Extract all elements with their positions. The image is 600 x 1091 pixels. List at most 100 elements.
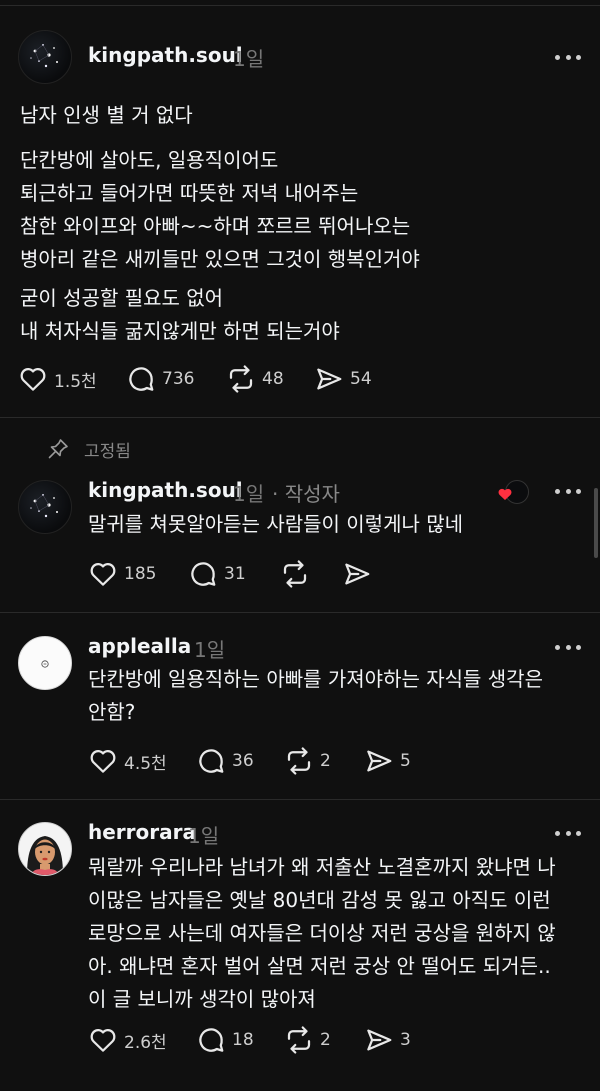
comment-button[interactable]: 31 — [188, 558, 246, 590]
like-count: 2.6천 — [124, 1032, 167, 1053]
more-icon[interactable] — [555, 53, 581, 61]
repost-icon — [229, 365, 253, 393]
heart-icon — [90, 562, 116, 586]
portrait-icon — [27, 836, 63, 875]
heart-icon — [90, 749, 116, 773]
liked-heart-icon — [498, 488, 512, 500]
like-button[interactable]: 185 — [88, 558, 156, 590]
reply-time: 1일 — [233, 482, 265, 506]
share-count: 3 — [400, 1030, 411, 1050]
reply-username[interactable]: applealla — [88, 634, 191, 658]
pinned-label: 고정됨 — [46, 436, 131, 462]
heart-icon — [20, 367, 46, 391]
repost-count: 2 — [320, 751, 331, 771]
comment-count: 736 — [162, 369, 195, 389]
comment-button[interactable]: 36 — [196, 745, 254, 777]
reply-divider — [0, 799, 600, 800]
avatar[interactable] — [18, 822, 72, 876]
starfield-icon — [30, 44, 58, 68]
more-icon[interactable] — [555, 829, 581, 837]
repost-icon — [283, 560, 307, 588]
post-line: 참한 와이프와 아빠~~하며 쪼르르 뛰어나오는 — [20, 214, 411, 238]
post-actions: 1.5천 736 48 54 — [18, 363, 418, 395]
repost-icon — [287, 747, 311, 775]
pin-icon — [48, 439, 68, 459]
reply-body: 단칸방에 일용직하는 아빠를 가져야하는 자식들 생각은 안함? — [88, 663, 543, 729]
share-button[interactable]: 54 — [314, 363, 372, 395]
reply-actions: 2.6천 18 2 3 — [88, 1024, 428, 1056]
post-paragraph-2: 단칸방에 살아도, 일용직이어도 퇴근하고 들어가면 따뜻한 저녁 내어주는 참… — [20, 144, 420, 276]
share-icon — [367, 1029, 392, 1051]
share-icon — [345, 563, 370, 585]
post-paragraph-3: 굳이 성공할 필요도 없어 내 처자식들 굶지않게만 하면 되는거야 — [20, 282, 340, 348]
repost-button[interactable] — [280, 558, 310, 590]
top-divider — [0, 5, 600, 6]
scrollbar[interactable] — [594, 488, 598, 558]
comment-icon — [129, 367, 154, 391]
repost-button[interactable]: 2 — [284, 1024, 331, 1056]
reply-time: 1일 — [188, 824, 220, 848]
avatar[interactable] — [18, 480, 72, 534]
comment-button[interactable]: 736 — [126, 363, 194, 395]
avatar[interactable] — [18, 30, 72, 84]
post-line: 굳이 성공할 필요도 없어 — [20, 286, 224, 310]
comment-count: 18 — [232, 1030, 254, 1050]
author-tag: · 작성자 — [272, 482, 340, 506]
starfield-icon — [30, 494, 58, 518]
reply-line: 이많은 남자들은 옛날 80년대 감성 못 잃고 아직도 이런 — [88, 888, 551, 912]
reply-line: 말귀를 쳐못알아듣는 사람들이 이렇게나 많네 — [88, 512, 464, 536]
post-line: 내 처자식들 굶지않게만 하면 되는거야 — [20, 319, 340, 343]
reply-body: 뭐랄까 우리나라 남녀가 왜 저출산 노결혼까지 왔냐면 나 이많은 남자들은 … — [88, 851, 556, 1016]
reply-username[interactable]: herrorara — [88, 820, 196, 844]
like-button[interactable]: 1.5천 — [18, 363, 97, 395]
share-button[interactable]: 3 — [364, 1024, 411, 1056]
reply-line: 이 글 보니까 생각이 많아져 — [88, 987, 316, 1011]
reply-actions: 4.5천 36 2 5 — [88, 745, 428, 777]
smiley-icon — [41, 660, 49, 668]
post-line: 퇴근하고 들어가면 따뜻한 저녁 내어주는 — [20, 181, 359, 205]
like-count: 4.5천 — [124, 753, 167, 774]
post-paragraph-1: 남자 인생 별 거 없다 — [20, 99, 193, 132]
repost-count: 2 — [320, 1030, 331, 1050]
like-button[interactable]: 2.6천 — [88, 1024, 167, 1056]
comment-icon — [199, 749, 224, 773]
share-button[interactable] — [342, 558, 372, 590]
like-count: 1.5천 — [54, 371, 97, 392]
reply-actions: 185 31 — [88, 558, 388, 590]
reply-time: 1일 — [194, 638, 226, 662]
share-icon — [367, 750, 392, 772]
reply-divider — [0, 612, 600, 613]
share-button[interactable]: 5 — [364, 745, 411, 777]
comment-count: 36 — [232, 751, 254, 771]
share-count: 54 — [350, 369, 372, 389]
post-username[interactable]: kingpath.soul — [88, 43, 243, 67]
reply-line: 단칸방에 일용직하는 아빠를 가져야하는 자식들 생각은 — [88, 667, 543, 691]
author-liked-badge — [497, 480, 529, 504]
reply-line: 아. 왜냐면 혼자 벌어 살면 저런 궁상 안 떨어도 되거든.. — [88, 954, 551, 978]
more-icon[interactable] — [555, 487, 581, 495]
reply-body: 말귀를 쳐못알아듣는 사람들이 이렇게나 많네 — [88, 508, 463, 541]
post-time: 1일 — [233, 47, 265, 71]
repost-icon — [287, 1026, 311, 1054]
comment-button[interactable]: 18 — [196, 1024, 254, 1056]
comment-icon — [191, 562, 216, 586]
post-line: 단칸방에 살아도, 일용직이어도 — [20, 148, 279, 172]
share-count: 5 — [400, 751, 411, 771]
avatar[interactable] — [18, 636, 72, 690]
post-line: 병아리 같은 새끼들만 있으면 그것이 행복인거야 — [20, 247, 420, 271]
share-icon — [317, 368, 342, 390]
post-divider — [0, 417, 600, 418]
reply-username[interactable]: kingpath.soul — [88, 478, 243, 502]
repost-button[interactable]: 2 — [284, 745, 331, 777]
reply-line: 뭐랄까 우리나라 남녀가 왜 저출산 노결혼까지 왔냐면 나 — [88, 855, 556, 879]
repost-count: 48 — [262, 369, 284, 389]
comment-icon — [199, 1028, 224, 1052]
heart-icon — [90, 1028, 116, 1052]
repost-button[interactable]: 48 — [226, 363, 284, 395]
post-line: 남자 인생 별 거 없다 — [20, 103, 193, 127]
like-count: 185 — [124, 564, 157, 584]
pinned-text: 고정됨 — [84, 441, 131, 462]
comment-count: 31 — [224, 564, 246, 584]
like-button[interactable]: 4.5천 — [88, 745, 167, 777]
more-icon[interactable] — [555, 643, 581, 651]
